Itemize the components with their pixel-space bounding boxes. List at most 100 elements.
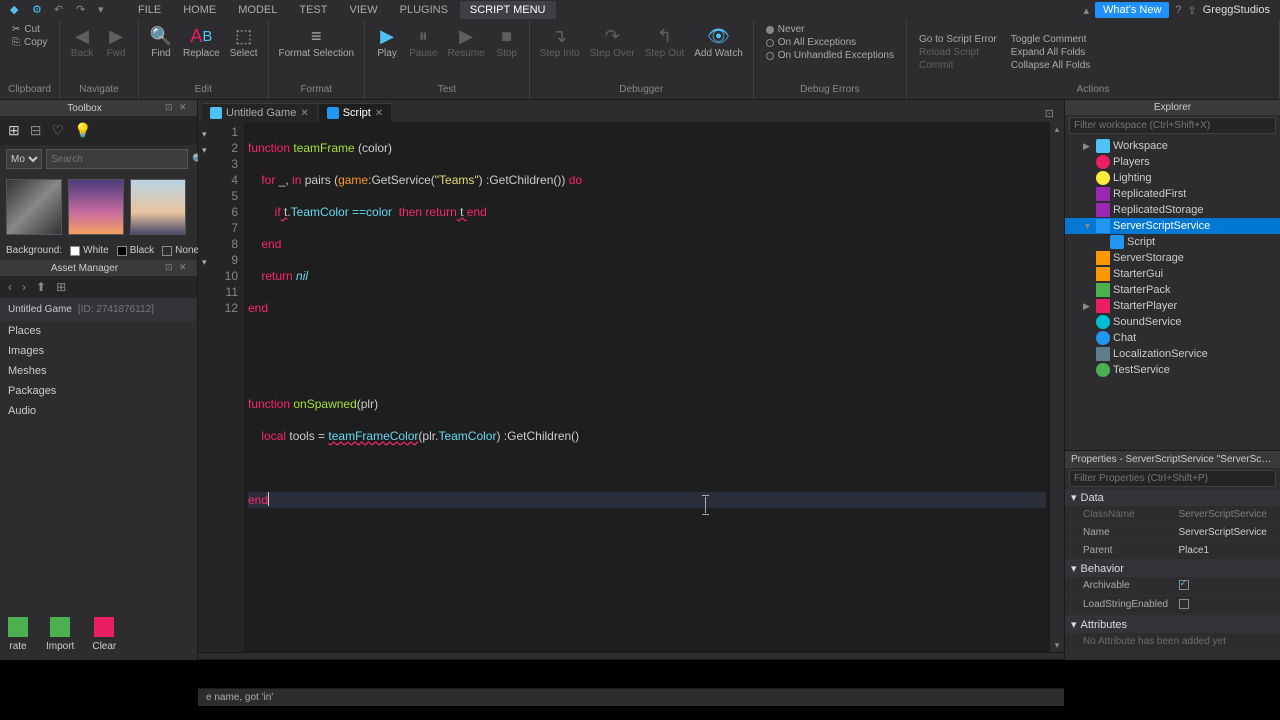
tree-node-players[interactable]: Players [1065,154,1280,170]
vertical-scrollbar[interactable]: ▴ ▾ [1050,122,1064,652]
tree-node-serverstorage[interactable]: ServerStorage [1065,250,1280,266]
tree-node-startergui[interactable]: StarterGui [1065,266,1280,282]
close-icon[interactable]: ✕ [375,108,383,119]
prop-value[interactable]: ServerScriptService [1173,524,1280,541]
inventory-tab-icon[interactable]: ⊟ [30,122,42,139]
tree-node-replicatedstorage[interactable]: ReplicatedStorage [1065,202,1280,218]
line-number[interactable]: 2▾ [200,140,238,156]
creations-tab-icon[interactable]: 💡 [74,122,91,139]
upload-icon[interactable]: ⬆ [36,280,46,294]
recent-tab-icon[interactable]: ♡ [51,122,64,139]
behavior-section-header[interactable]: ▾Behavior [1065,560,1280,577]
line-number[interactable]: 4 [200,172,238,188]
back-button[interactable]: ◀Back [66,22,98,61]
username-label[interactable]: GreggStudios [1203,4,1270,16]
tree-node-script[interactable]: Script [1065,234,1280,250]
tree-node-chat[interactable]: Chat [1065,330,1280,346]
collapse-ribbon-icon[interactable]: ▴ [1084,4,1090,17]
pin-icon[interactable]: ⊡ [165,262,177,274]
share-icon[interactable]: ⇪ [1188,4,1197,17]
tree-node-lighting[interactable]: Lighting [1065,170,1280,186]
rate-button[interactable]: rate [8,617,28,652]
line-number[interactable]: 10 [200,268,238,284]
tree-node-workspace[interactable]: ▶Workspace [1065,138,1280,154]
asset-category-packages[interactable]: Packages [0,381,197,401]
step-over-button[interactable]: ↷Step Over [586,22,639,61]
never-option[interactable]: Never [766,24,894,35]
line-number[interactable]: 7 [200,220,238,236]
explorer-filter-input[interactable] [1069,117,1276,134]
file-tab[interactable]: Script✕ [319,103,392,122]
archivable-checkbox[interactable] [1179,580,1189,590]
save-icon[interactable]: ▾ [98,3,112,17]
line-number[interactable]: 9▾ [200,252,238,268]
asset-thumbnail[interactable] [130,179,186,235]
redo-icon[interactable]: ↷ [76,3,90,17]
undo-icon[interactable]: ↶ [54,3,68,17]
bg-none-option[interactable]: None [162,245,199,256]
line-number[interactable]: 11 [200,284,238,300]
menu-tab-home[interactable]: HOME [173,1,226,19]
find-button[interactable]: 🔍Find [145,22,177,61]
studio-icon[interactable]: ◆ [10,3,24,17]
stop-button[interactable]: ■Stop [491,22,523,61]
collapse-all-folds-button[interactable]: Collapse All Folds [1011,60,1090,71]
file-tab[interactable]: Untitled Game✕ [202,103,317,122]
step-out-button[interactable]: ↰Step Out [641,22,688,61]
prop-value[interactable]: Place1 [1173,542,1280,559]
expand-all-folds-button[interactable]: Expand All Folds [1011,47,1090,58]
expand-arrow-icon[interactable]: ▼ [1083,221,1093,231]
line-number[interactable]: 3 [200,156,238,172]
forward-icon[interactable]: › [22,280,26,294]
asset-thumbnail[interactable] [6,179,62,235]
add-watch-button[interactable]: 👁Add Watch [690,22,747,61]
bg-white-option[interactable]: White [70,245,109,256]
grid-view-icon[interactable]: ⊞ [56,280,66,294]
resume-button[interactable]: ▶Resume [443,22,488,61]
tree-node-starterpack[interactable]: StarterPack [1065,282,1280,298]
line-number[interactable]: 12 [200,300,238,316]
attributes-section-header[interactable]: ▾Attributes [1065,616,1280,633]
tree-node-serverscriptservice[interactable]: ▼ServerScriptService [1065,218,1280,234]
toggle-comment-button[interactable]: Toggle Comment [1011,34,1090,45]
tree-node-replicatedfirst[interactable]: ReplicatedFirst [1065,186,1280,202]
line-number[interactable]: 6 [200,204,238,220]
step-into-button[interactable]: ↴Step Into [536,22,584,61]
menu-tab-test[interactable]: TEST [289,1,337,19]
tree-node-soundservice[interactable]: SoundService [1065,314,1280,330]
horizontal-splitter[interactable] [198,652,1064,660]
marketplace-tab-icon[interactable]: ⊞ [8,122,20,139]
on-unhandled-exceptions-option[interactable]: On Unhandled Exceptions [766,50,894,61]
scroll-up-icon[interactable]: ▴ [1050,122,1064,136]
expand-arrow-icon[interactable]: ▶ [1083,301,1093,312]
search-input[interactable] [46,149,188,169]
copy-button[interactable]: ⎘Copy [12,37,47,48]
asset-thumbnail[interactable] [68,179,124,235]
asset-category-images[interactable]: Images [0,341,197,361]
asset-category-places[interactable]: Places [0,321,197,341]
menu-tab-view[interactable]: VIEW [339,1,387,19]
fwd-button[interactable]: ▶Fwd [100,22,132,61]
select-button[interactable]: ⬚Select [226,22,262,61]
on-all-exceptions-option[interactable]: On All Exceptions [766,37,894,48]
menu-tab-file[interactable]: FILE [128,1,171,19]
code-area[interactable]: function teamFrame (color) for _, in pai… [244,122,1050,652]
expand-arrow-icon[interactable]: ▶ [1083,141,1093,152]
binoculars-icon[interactable]: ⚙ [32,3,46,17]
commit-button[interactable]: Commit [919,60,997,71]
play-button[interactable]: ▶Play [371,22,403,61]
category-select[interactable]: Models [6,149,42,169]
code-editor[interactable]: 1▾2▾3456789▾101112 function teamFrame (c… [198,122,1064,652]
back-icon[interactable]: ‹ [8,280,12,294]
game-name-row[interactable]: Untitled Game[ID: 2741876112] [0,298,197,321]
data-section-header[interactable]: ▾Data [1065,489,1280,506]
properties-filter-input[interactable] [1069,470,1276,487]
replace-button[interactable]: ABReplace [179,22,224,61]
scroll-down-icon[interactable]: ▾ [1050,638,1064,652]
reload-script-button[interactable]: Reload Script [919,47,997,58]
bg-black-option[interactable]: Black [117,245,154,256]
pin-icon[interactable]: ⊡ [165,102,177,114]
close-icon[interactable]: ✕ [179,262,191,274]
cut-button[interactable]: ✂Cut [12,24,47,35]
whats-new-button[interactable]: What's New [1095,2,1169,18]
